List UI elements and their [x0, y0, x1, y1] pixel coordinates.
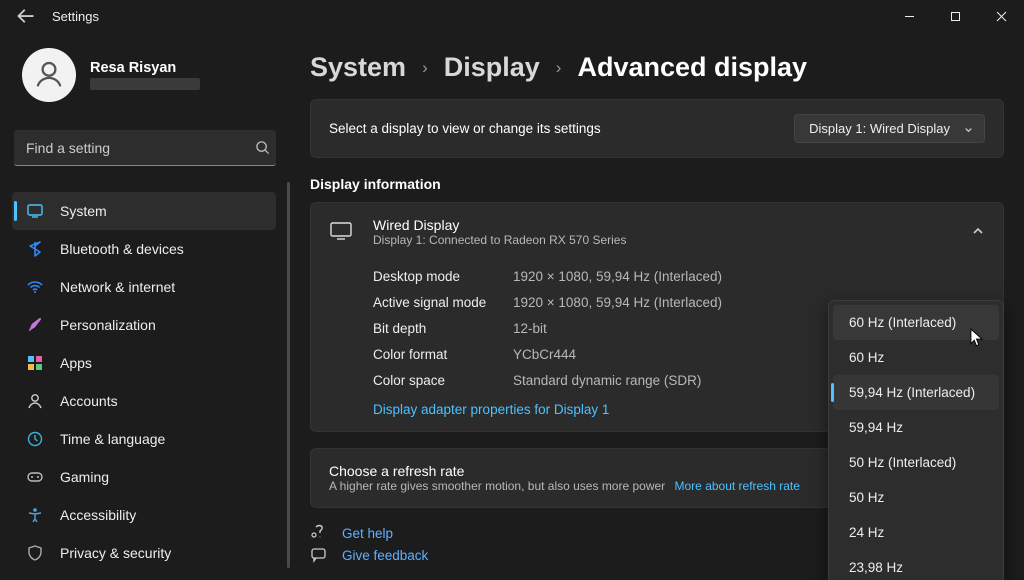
sidebar-item-label: Accessibility	[60, 507, 136, 523]
sidebar-item-accessibility[interactable]: Accessibility	[12, 496, 276, 534]
sidebar-item-gaming[interactable]: Gaming	[12, 458, 276, 496]
sidebar-item-label: Bluetooth & devices	[60, 241, 184, 257]
rate-option[interactable]: 60 Hz (Interlaced)	[833, 305, 999, 340]
shield-icon	[26, 544, 44, 562]
system-icon	[26, 202, 44, 220]
display-name: Wired Display	[373, 217, 626, 233]
clock-icon	[26, 430, 44, 448]
profile-block[interactable]: Resa Risyan	[12, 42, 290, 108]
chevron-down-icon	[963, 123, 974, 138]
user-icon	[26, 392, 44, 410]
rate-option[interactable]: 50 Hz	[833, 480, 999, 515]
avatar	[22, 48, 76, 102]
sidebar-item-label: Personalization	[60, 317, 156, 333]
display-selector-value: Display 1: Wired Display	[809, 121, 950, 136]
display-card-header[interactable]: Wired Display Display 1: Connected to Ra…	[311, 203, 1003, 261]
sidebar-item-network[interactable]: Network & internet	[12, 268, 276, 306]
display-selector[interactable]: Display 1: Wired Display	[794, 114, 985, 143]
bluetooth-icon	[26, 240, 44, 258]
maximize-button[interactable]	[932, 0, 978, 32]
sidebar-item-label: Privacy & security	[60, 545, 171, 561]
monitor-icon	[329, 221, 353, 244]
brush-icon	[26, 316, 44, 334]
refresh-rate-more-link[interactable]: More about refresh rate	[675, 479, 800, 493]
chevron-up-icon	[971, 224, 985, 241]
chevron-right-icon: ›	[556, 58, 562, 78]
sidebar-item-label: Accounts	[60, 393, 118, 409]
breadcrumb: System › Display › Advanced display	[310, 52, 1004, 83]
sidebar-item-label: Apps	[60, 355, 92, 371]
sidebar-item-label: System	[60, 203, 107, 219]
search-input[interactable]	[14, 140, 248, 156]
profile-email	[90, 78, 200, 90]
window-title: Settings	[52, 9, 99, 24]
help-icon	[310, 524, 328, 542]
search-icon	[248, 140, 276, 155]
select-display-label: Select a display to view or change its s…	[329, 121, 601, 136]
nav-list: System Bluetooth & devices Network & int…	[12, 192, 290, 572]
chevron-right-icon: ›	[422, 58, 428, 78]
crumb-display[interactable]: Display	[444, 52, 540, 83]
info-row-desktop-mode: Desktop mode1920 × 1080, 59,94 Hz (Inter…	[373, 263, 979, 289]
sidebar-item-system[interactable]: System	[12, 192, 276, 230]
crumb-system[interactable]: System	[310, 52, 406, 83]
page-title: Advanced display	[577, 52, 807, 83]
wifi-icon	[26, 278, 44, 296]
get-help-link[interactable]: Get help	[342, 526, 393, 541]
sidebar-item-privacy[interactable]: Privacy & security	[12, 534, 276, 572]
give-feedback-link[interactable]: Give feedback	[342, 548, 428, 563]
accessibility-icon	[26, 506, 44, 524]
search-box[interactable]	[14, 130, 276, 166]
close-button[interactable]	[978, 0, 1024, 32]
sidebar-item-label: Gaming	[60, 469, 109, 485]
feedback-icon	[310, 546, 328, 564]
sidebar: Resa Risyan System Bluetooth & devices N…	[0, 32, 290, 580]
refresh-rate-dropdown[interactable]: 60 Hz (Interlaced) 60 Hz 59,94 Hz (Inter…	[828, 300, 1004, 580]
sidebar-item-label: Network & internet	[60, 279, 175, 295]
refresh-rate-subtitle: A higher rate gives smoother motion, but…	[329, 479, 665, 493]
rate-option[interactable]: 59,94 Hz	[833, 410, 999, 445]
sidebar-item-bluetooth[interactable]: Bluetooth & devices	[12, 230, 276, 268]
rate-option[interactable]: 24 Hz	[833, 515, 999, 550]
sidebar-item-personalization[interactable]: Personalization	[12, 306, 276, 344]
rate-option[interactable]: 50 Hz (Interlaced)	[833, 445, 999, 480]
rate-option[interactable]: 59,94 Hz (Interlaced)	[833, 375, 999, 410]
adapter-properties-link[interactable]: Display adapter properties for Display 1	[373, 402, 609, 417]
minimize-button[interactable]	[886, 0, 932, 32]
sidebar-item-label: Time & language	[60, 431, 165, 447]
display-connection: Display 1: Connected to Radeon RX 570 Se…	[373, 233, 626, 247]
profile-name: Resa Risyan	[90, 60, 200, 76]
main-panel: System › Display › Advanced display Sele…	[290, 32, 1024, 580]
section-title: Display information	[310, 176, 1004, 192]
sidebar-item-accounts[interactable]: Accounts	[12, 382, 276, 420]
sidebar-item-time[interactable]: Time & language	[12, 420, 276, 458]
sidebar-item-apps[interactable]: Apps	[12, 344, 276, 382]
rate-option[interactable]: 23,98 Hz	[833, 550, 999, 580]
back-button[interactable]	[16, 6, 36, 26]
rate-option[interactable]: 60 Hz	[833, 340, 999, 375]
apps-icon	[26, 354, 44, 372]
controller-icon	[26, 468, 44, 486]
select-display-card: Select a display to view or change its s…	[310, 99, 1004, 158]
